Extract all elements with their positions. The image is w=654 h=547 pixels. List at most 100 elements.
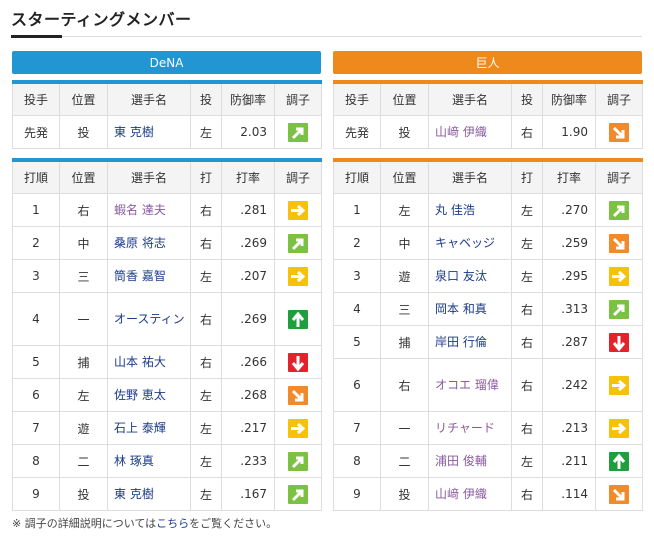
no-cell: 5	[333, 325, 381, 359]
player-name-link[interactable]: 丸 佳浩	[428, 193, 512, 227]
hand-cell: 右	[511, 477, 543, 511]
pos-cell: 二	[59, 444, 108, 478]
condition-cell	[274, 345, 322, 379]
no-cell: 2	[333, 226, 381, 260]
order-row: 6 左佐野 恵太左 .268	[12, 378, 322, 412]
player-name-link[interactable]: 東 克樹	[107, 477, 191, 511]
player-name-link[interactable]: キャベッジ	[428, 226, 512, 260]
player-name-link[interactable]: 桑原 将志	[107, 226, 191, 260]
no-cell: 6	[12, 378, 60, 412]
hand-cell: 右	[511, 358, 543, 412]
player-name-link[interactable]: 岸田 行倫	[428, 325, 512, 359]
player-name-link[interactable]: オースティン	[107, 292, 191, 346]
avg-value: .167	[221, 477, 275, 511]
column-header: 打率	[542, 159, 596, 194]
condition-cell	[274, 193, 322, 227]
player-name-link[interactable]: 浦田 俊輔	[428, 444, 512, 478]
no-cell: 9	[333, 477, 381, 511]
player-name-link[interactable]: オコエ 瑠偉	[428, 358, 512, 412]
hand-cell: 右	[190, 226, 222, 260]
hand-cell: 左	[511, 193, 543, 227]
player-name-link[interactable]: 蝦名 達夫	[107, 193, 191, 227]
column-header: 位置	[59, 159, 108, 194]
team-tab-dena[interactable]: DeNA	[12, 51, 321, 74]
no-cell: 4	[12, 292, 60, 346]
column-header: 位置	[380, 159, 429, 194]
avg-value: .295	[542, 259, 596, 293]
up-right-arrow-icon	[609, 200, 629, 220]
pos-cell: 一	[59, 292, 108, 346]
pos-cell: 遊	[380, 259, 429, 293]
pos-cell: 二	[380, 444, 429, 478]
right-arrow-icon	[288, 418, 308, 438]
column-header: 調子	[595, 81, 643, 116]
pos-cell: 一	[380, 411, 429, 445]
pos-cell: 捕	[380, 325, 429, 359]
pos-cell: 三	[59, 259, 108, 293]
title-divider	[11, 36, 642, 37]
order-row: 3 遊泉口 友汰左 .295	[333, 259, 643, 293]
avg-value: .269	[221, 292, 275, 346]
down-right-arrow-icon	[609, 122, 629, 142]
player-name-link[interactable]: 山﨑 伊織	[428, 115, 512, 149]
no-cell: 1	[333, 193, 381, 227]
condition-help-link[interactable]: こちら	[156, 517, 189, 530]
player-name-link[interactable]: 東 克樹	[107, 115, 191, 149]
hand-cell: 左	[190, 259, 222, 293]
player-name-link[interactable]: 岡本 和真	[428, 292, 512, 326]
player-name-link[interactable]: 林 琢真	[107, 444, 191, 478]
down-arrow-icon	[288, 352, 308, 372]
right-arrow-icon	[609, 418, 629, 438]
hand-cell: 左	[511, 444, 543, 478]
hand-cell: 右	[511, 115, 543, 149]
down-right-arrow-icon	[609, 484, 629, 504]
condition-cell	[274, 115, 322, 149]
column-header: 防御率	[221, 81, 275, 116]
player-name-link[interactable]: 石上 泰輝	[107, 411, 191, 445]
right-arrow-icon	[609, 375, 629, 395]
column-header: 位置	[380, 81, 429, 116]
player-name-link[interactable]: 山本 祐大	[107, 345, 191, 379]
team-tab-kyojin[interactable]: 巨人	[333, 51, 642, 74]
pos-cell: 三	[380, 292, 429, 326]
column-header: 選手名	[428, 81, 512, 116]
player-name-link[interactable]: 筒香 嘉智	[107, 259, 191, 293]
hand-cell: 右	[190, 292, 222, 346]
column-header: 調子	[274, 159, 322, 194]
player-name-link[interactable]: リチャード	[428, 411, 512, 445]
pitcher-header-row: 投手 位置 選手名投防御率 調子	[12, 81, 322, 116]
order-row: 7 遊石上 泰輝左 .217	[12, 411, 322, 445]
pos-cell: 遊	[59, 411, 108, 445]
condition-cell	[274, 378, 322, 412]
condition-cell	[274, 226, 322, 260]
order-row: 2 中キャベッジ左 .259	[333, 226, 643, 260]
kyojin-order-table: 打順 位置 選手名打打率 調子 1左丸 佳浩左 .270 2 中キャベッジ左 .259 3 遊泉口…	[333, 158, 643, 511]
no-cell: 9	[12, 477, 60, 511]
condition-cell	[595, 292, 643, 326]
player-name-link[interactable]: 佐野 恵太	[107, 378, 191, 412]
footnote: ※ 調子の詳細説明についてはこちらをご覧ください。	[12, 515, 277, 531]
column-header: 投	[511, 81, 543, 116]
column-header: 投手	[333, 81, 381, 116]
order-row: 9 投山﨑 伊織右 .114	[333, 477, 643, 511]
hand-cell: 右	[511, 292, 543, 326]
avg-value: .269	[221, 226, 275, 260]
order-row: 1左丸 佳浩左 .270	[333, 193, 643, 227]
right-arrow-icon	[609, 266, 629, 286]
hand-cell: 左	[190, 378, 222, 412]
avg-value: .266	[221, 345, 275, 379]
player-name-link[interactable]: 山﨑 伊織	[428, 477, 512, 511]
pos-cell: 投	[59, 477, 108, 511]
down-right-arrow-icon	[288, 385, 308, 405]
up-arrow-icon	[288, 309, 308, 329]
condition-cell	[274, 259, 322, 293]
era-value: 1.90	[542, 115, 596, 149]
avg-value: .242	[542, 358, 596, 412]
hand-cell: 左	[190, 444, 222, 478]
hand-cell: 右	[190, 193, 222, 227]
right-arrow-icon	[288, 266, 308, 286]
no-cell: 8	[333, 444, 381, 478]
footnote-prefix: ※ 調子の詳細説明については	[12, 517, 157, 530]
no-cell: 5	[12, 345, 60, 379]
player-name-link[interactable]: 泉口 友汰	[428, 259, 512, 293]
